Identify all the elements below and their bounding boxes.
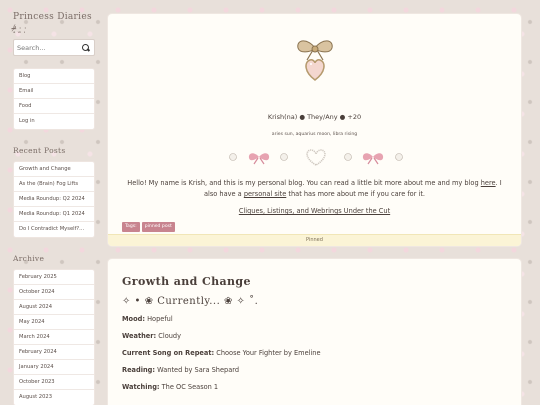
post-field-song: Current Song on Repeat: Choose Your Figh… <box>122 349 507 358</box>
pinned-post-card: Krish(na) ● They/Any ● +20 aries sun, aq… <box>108 14 521 246</box>
tag-pinned-post[interactable]: pinned post <box>141 222 175 232</box>
archive-link[interactable]: August 2023 <box>14 390 94 405</box>
field-value: The OC Season 1 <box>159 383 219 391</box>
archive-link[interactable]: March 2024 <box>14 330 94 345</box>
personal-site-link[interactable]: personal site <box>244 190 286 198</box>
post-field-mood: Mood: Hopeful <box>122 315 507 324</box>
recent-post-link[interactable]: As the (Brain) Fog Lifts <box>14 177 94 192</box>
intro-text: Hello! My name is Krish, and this is my … <box>127 179 481 187</box>
archive-link[interactable]: August 2024 <box>14 300 94 315</box>
pinned-indicator: Pinned <box>108 234 521 246</box>
post-field-reading: Reading: Wanted by Sara Shepard <box>122 366 507 375</box>
sidebar: Princess Diaries ᵒ̴̶̷̥́ ·̫ ·̩ Blog Email… <box>13 12 95 405</box>
main-menu: Blog Email Food Log in <box>13 68 95 130</box>
post-card: Growth and Change ✧ • ❀ Currently... ❀ ✧… <box>108 259 521 405</box>
cliques-link[interactable]: Cliques, Listings, and Webrings Under th… <box>108 207 521 215</box>
archive-link[interactable]: October 2023 <box>14 375 94 390</box>
post-title[interactable]: Growth and Change <box>122 275 507 288</box>
search-box <box>13 39 95 56</box>
archive-link[interactable]: May 2024 <box>14 315 94 330</box>
archive-link[interactable]: October 2024 <box>14 285 94 300</box>
field-label: Watching: <box>122 383 160 391</box>
field-label: Mood: <box>122 315 145 323</box>
signs-line: aries sun, aquarius moon, libra rising <box>271 132 358 137</box>
intro-paragraph: Hello! My name is Krish, and this is my … <box>122 178 507 200</box>
menu-item-food[interactable]: Food <box>14 99 94 114</box>
menu-item-blog[interactable]: Blog <box>14 69 94 84</box>
post-field-weather: Weather: Cloudy <box>122 332 507 341</box>
field-label: Reading: <box>122 366 156 374</box>
currently-heading: ✧ • ❀ Currently... ❀ ✧ ˚. <box>122 296 259 307</box>
site-title[interactable]: Princess Diaries <box>13 12 95 23</box>
menu-item-email[interactable]: Email <box>14 84 94 99</box>
field-value: Choose Your Fighter by Emeline <box>214 349 321 357</box>
recent-post-link[interactable]: Growth and Change <box>14 162 94 177</box>
search-input[interactable] <box>17 43 79 52</box>
archive-heading: Archive <box>13 254 45 263</box>
field-value: Wanted by Sara Shepard <box>155 366 240 374</box>
recent-posts-heading: Recent Posts <box>13 146 66 155</box>
field-value: Cloudy <box>156 332 182 340</box>
archive-list: February 2025 October 2024 August 2024 M… <box>13 269 95 405</box>
field-label: Current Song on Repeat: <box>122 349 215 357</box>
field-label: Weather: <box>122 332 157 340</box>
tags-row: Tags: pinned post <box>122 222 175 232</box>
site-subtitle: ᵒ̴̶̷̥́ ·̫ ·̩ <box>13 24 27 33</box>
recent-post-link[interactable]: Media Roundup: Q2 2024 <box>14 192 94 207</box>
archive-link[interactable]: February 2024 <box>14 345 94 360</box>
author-line: Krish(na) ● They/Any ● +20 <box>267 113 362 121</box>
recent-post-link[interactable]: Media Roundup: Q1 2024 <box>14 207 94 222</box>
menu-item-login[interactable]: Log in <box>14 114 94 129</box>
recent-posts-list: Growth and Change As the (Brain) Fog Lif… <box>13 161 95 238</box>
intro-text: that has more about me if you care for i… <box>286 190 426 198</box>
about-link[interactable]: here <box>481 179 496 187</box>
recent-post-link[interactable]: Do I Contradict Myself?... <box>14 222 94 237</box>
tags-label: Tags: <box>122 222 140 232</box>
bow-heart-charm-icon <box>297 40 333 81</box>
field-value: Hopeful <box>144 315 173 323</box>
post-field-watching: Watching: The OC Season 1 <box>122 383 507 392</box>
archive-link[interactable]: February 2025 <box>14 270 94 285</box>
archive-link[interactable]: January 2024 <box>14 360 94 375</box>
search-icon[interactable] <box>81 43 91 53</box>
pearl-bow-divider-icon <box>229 149 403 166</box>
